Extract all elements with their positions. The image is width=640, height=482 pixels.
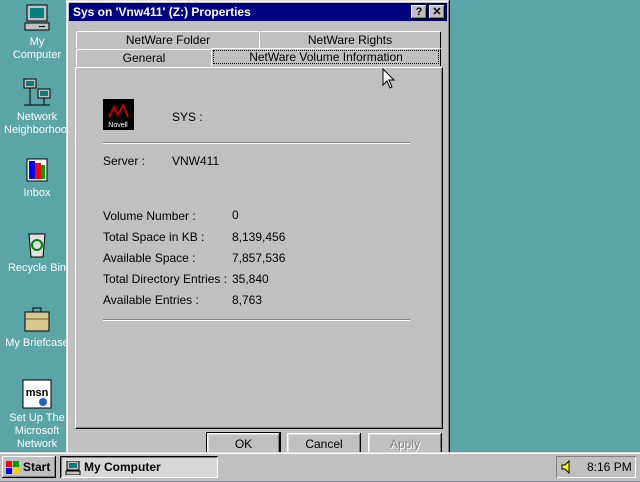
desktop-icon-msn[interactable]: msn Set Up The Microsoft Network — [4, 378, 70, 451]
computer-icon — [21, 2, 53, 34]
separator — [103, 142, 410, 144]
window-title: Sys on 'Vnw411' (Z:) Properties — [73, 5, 251, 19]
svg-text:msn: msn — [26, 387, 49, 399]
taskbar: Start My Computer 8:16 PM — [0, 452, 640, 481]
start-button[interactable]: Start — [2, 456, 56, 478]
help-button[interactable]: ? — [411, 5, 427, 19]
available-entries-value: 8,763 — [232, 293, 263, 307]
tab-netware-volume-information[interactable]: NetWare Volume Information — [211, 48, 441, 66]
start-label: Start — [23, 460, 51, 474]
volume-number-value: 0 — [232, 208, 239, 222]
tab-general[interactable]: General — [76, 49, 212, 66]
desktop-icon-my-briefcase[interactable]: My Briefcase — [4, 303, 70, 350]
desktop-icon-label: Set Up The Microsoft Network — [9, 412, 65, 450]
desktop-icon-recycle-bin[interactable]: Recycle Bin — [4, 228, 70, 275]
close-button[interactable]: ✕ — [429, 5, 445, 19]
server-value: VNW411 — [172, 154, 220, 168]
taskbar-button-my-computer[interactable]: My Computer — [60, 456, 218, 478]
novell-logo: Novell — [103, 99, 134, 130]
speaker-icon[interactable] — [561, 459, 575, 475]
taskbar-button-label: My Computer — [84, 460, 161, 474]
desktop-icon-my-computer[interactable]: My Computer — [4, 2, 70, 62]
tab-netware-rights[interactable]: NetWare Rights — [259, 31, 441, 48]
desktop-icon-label: Inbox — [23, 187, 51, 199]
briefcase-icon — [21, 303, 53, 335]
mouse-cursor-icon — [382, 67, 396, 90]
total-space-label: Total Space in KB : — [103, 230, 205, 244]
separator — [103, 319, 410, 321]
clock[interactable]: 8:16 PM — [587, 460, 632, 474]
desktop-icon-network-neighborhood[interactable]: Network Neighborhood — [4, 77, 74, 137]
novell-logo-text: Novell — [108, 122, 128, 129]
network-icon — [21, 77, 53, 109]
desktop-icon-label: Network Neighborhood — [4, 111, 74, 136]
total-directory-entries-value: 35,840 — [232, 272, 269, 286]
total-directory-entries-label: Total Directory Entries : — [103, 272, 228, 286]
available-space-label: Available Space : — [103, 251, 196, 265]
msn-icon: msn — [21, 378, 53, 410]
title-bar[interactable]: Sys on 'Vnw411' (Z:) Properties ? ✕ — [69, 3, 447, 21]
desktop-icon-label: My Briefcase — [5, 337, 69, 349]
volume-name: SYS : — [172, 110, 203, 124]
volume-number-label: Volume Number : — [103, 209, 196, 223]
desktop-icon-label: My Computer — [12, 36, 62, 61]
system-tray: 8:16 PM — [556, 456, 636, 478]
tab-panel: Novell SYS : Server : VNW411 Volume Numb… — [75, 67, 443, 429]
total-space-value: 8,139,456 — [232, 230, 286, 244]
server-label: Server : — [103, 154, 146, 168]
recycle-bin-icon — [21, 228, 53, 260]
available-space-value: 7,857,536 — [232, 251, 286, 265]
desktop-icon-label: Recycle Bin — [7, 262, 67, 274]
windows-logo-icon — [6, 460, 20, 474]
desktop-icon-inbox[interactable]: Inbox — [4, 153, 70, 200]
inbox-icon — [21, 153, 53, 185]
available-entries-label: Available Entries : — [103, 293, 199, 307]
computer-icon — [65, 460, 81, 476]
tab-netware-folder[interactable]: NetWare Folder — [76, 31, 260, 48]
